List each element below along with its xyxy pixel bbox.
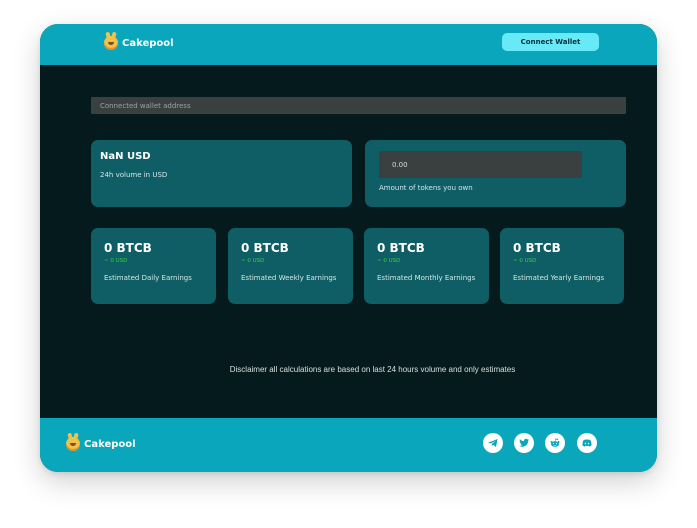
volume-card: NaN USD 24h volume in USD [91,140,352,207]
footer-brand[interactable]: Cakepool [66,437,136,451]
yearly-earnings-card: 0 BTCB ~ 0 USD Estimated Yearly Earnings [500,228,624,304]
earnings-label: Estimated Yearly Earnings [513,274,605,282]
earnings-value: 0 BTCB [104,241,152,255]
earnings-value: 0 BTCB [377,241,425,255]
earnings-usd: ~ 0 USD [377,258,401,264]
cakepool-logo-icon [104,36,118,50]
earnings-label: Estimated Monthly Earnings [377,274,476,282]
volume-label: 24h volume in USD [100,171,168,179]
daily-earnings-card: 0 BTCB ~ 0 USD Estimated Daily Earnings [91,228,216,304]
app-window: Cakepool Connect Wallet NaN USD 24h volu… [40,24,657,472]
header-bar: Cakepool Connect Wallet [40,24,657,65]
discord-icon[interactable] [577,433,597,453]
wallet-address-input[interactable] [91,97,626,114]
earnings-usd: ~ 0 USD [104,258,128,264]
volume-value: NaN USD [100,151,151,162]
disclaimer-text: Disclaimer all calculations are based on… [229,365,516,374]
token-amount-input[interactable] [379,151,582,178]
twitter-icon[interactable] [514,433,534,453]
earnings-value: 0 BTCB [241,241,289,255]
earnings-usd: ~ 0 USD [241,258,265,264]
telegram-icon[interactable] [483,433,503,453]
earnings-usd: ~ 0 USD [513,258,537,264]
reddit-icon[interactable] [545,433,565,453]
footer-bar: Cakepool [40,418,657,472]
header-brand[interactable]: Cakepool [104,36,174,50]
earnings-value: 0 BTCB [513,241,561,255]
earnings-label: Estimated Daily Earnings [104,274,192,282]
tokens-card: Amount of tokens you own [365,140,626,207]
tokens-label: Amount of tokens you own [379,184,473,192]
cakepool-logo-icon [66,437,80,451]
earnings-label: Estimated Weekly Earnings [241,274,337,282]
monthly-earnings-card: 0 BTCB ~ 0 USD Estimated Monthly Earning… [364,228,489,304]
weekly-earnings-card: 0 BTCB ~ 0 USD Estimated Weekly Earnings [228,228,353,304]
brand-name: Cakepool [122,37,174,49]
connect-wallet-button[interactable]: Connect Wallet [502,33,599,51]
brand-name: Cakepool [84,438,136,450]
